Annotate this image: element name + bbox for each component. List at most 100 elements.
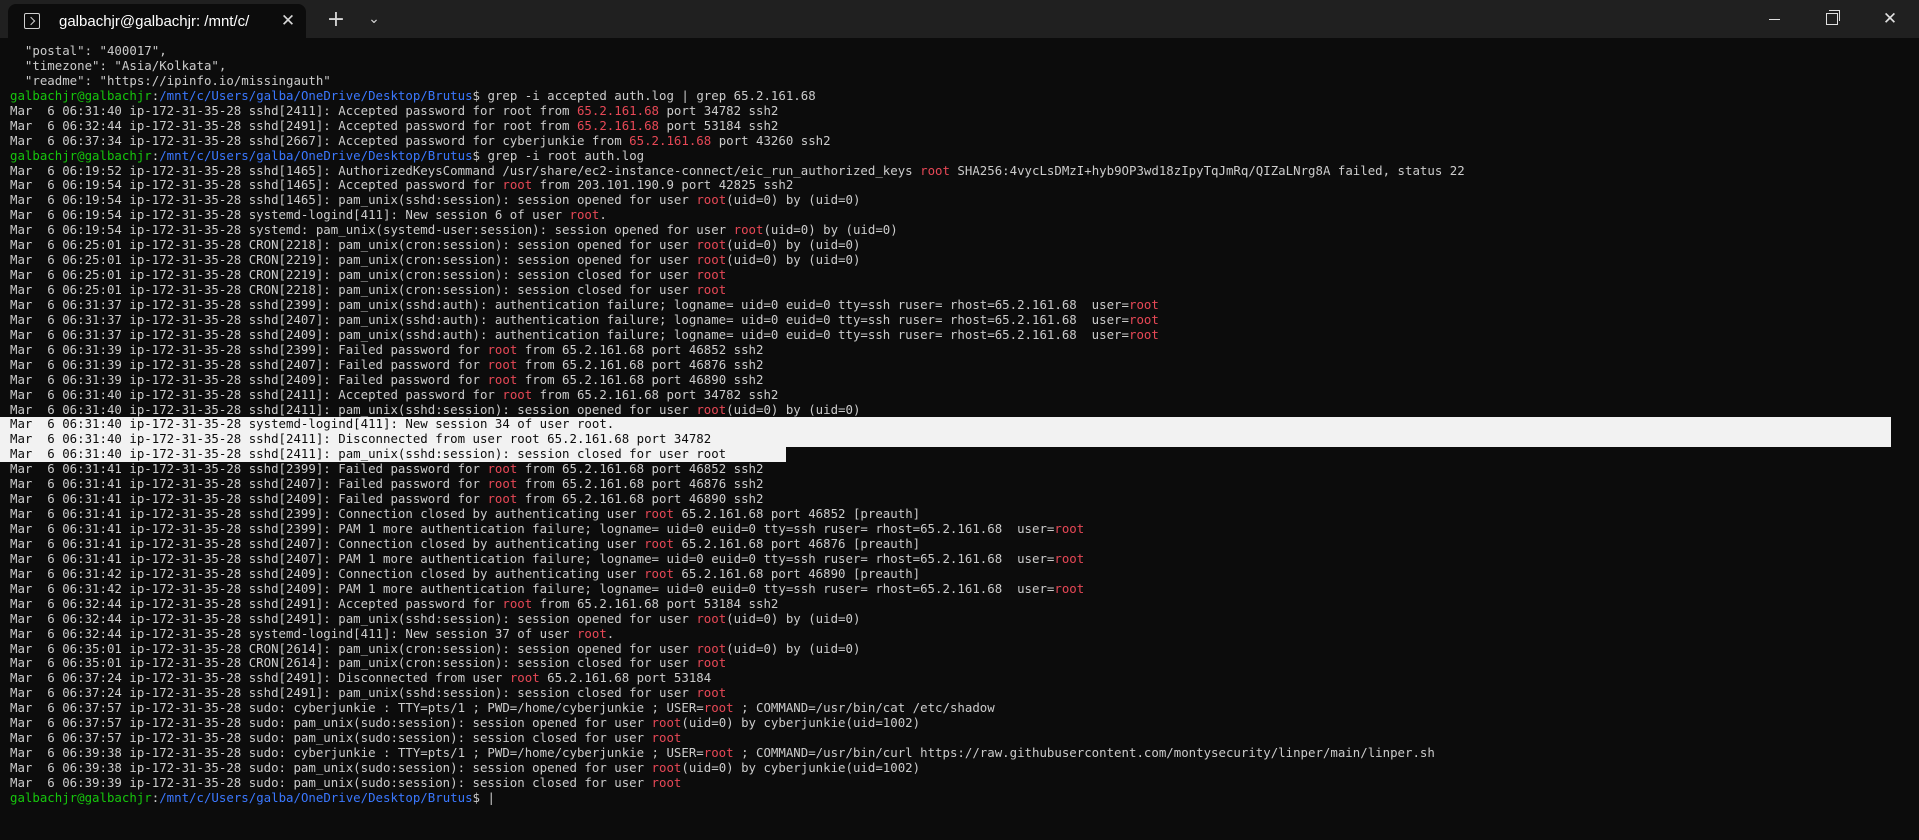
- line-text: Mar 6 06:19:54 ip-172-31-35-28 sshd[1465…: [10, 177, 503, 193]
- highlighted-match: root: [1054, 521, 1085, 536]
- line-text: Mar 6 06:35:01 ip-172-31-35-28 CRON[2614…: [10, 640, 697, 656]
- line-text: port 34782 ssh2: [659, 102, 779, 118]
- close-window-button[interactable]: ✕: [1861, 0, 1919, 38]
- terminal-tab[interactable]: galbachjr@galbachjr: /mnt/c/ ✕: [8, 4, 306, 38]
- output-line: Mar 6 06:31:37 ip-172-31-35-28 sshd[2399…: [0, 296, 1919, 313]
- line-text: from 65.2.161.68 port 46890 ssh2: [517, 491, 764, 507]
- line-text: Mar 6 06:31:40 ip-172-31-35-28 sshd[2411…: [10, 431, 712, 447]
- prompt-symbol: $: [472, 789, 480, 805]
- line-text: from 65.2.161.68 port 46876 ssh2: [517, 476, 764, 492]
- line-text: Mar 6 06:37:24 ip-172-31-35-28 sshd[2491…: [10, 670, 510, 686]
- output-line: Mar 6 06:31:41 ip-172-31-35-28 sshd[2399…: [0, 521, 1919, 537]
- new-tab-button[interactable]: +: [322, 6, 350, 32]
- line-text: (uid=0) by (uid=0): [726, 401, 861, 417]
- line-text: .: [599, 207, 607, 223]
- line-text: 65.2.161.68 port 46890 [preauth]: [673, 565, 921, 581]
- output-line: Mar 6 06:32:44 ip-172-31-35-28 sshd[2491…: [0, 595, 1919, 612]
- line-text: .: [606, 625, 615, 641]
- output-line: "readme": "https://ipinfo.io/missingauth…: [0, 73, 1919, 89]
- line-text: Mar 6 06:39:39 ip-172-31-35-28 sudo: pam…: [10, 774, 652, 790]
- line-text: Mar 6 06:31:40 ip-172-31-35-28 systemd-l…: [10, 416, 615, 432]
- line-text: Mar 6 06:31:41 ip-172-31-35-28 sshd[2399…: [10, 506, 645, 522]
- prompt-path: /mnt/c/Users/galba/OneDrive/Desktop/Brut…: [159, 147, 473, 163]
- line-text: SHA256:4vycLsDMzI+hyb9OP3wd18zIpyTqJmRq/…: [949, 162, 1465, 178]
- highlighted-match: root: [487, 371, 518, 387]
- line-text: Mar 6 06:31:41 ip-172-31-35-28 sshd[2399…: [10, 461, 488, 477]
- prompt-path: /mnt/c/Users/galba/OneDrive/Desktop/Brut…: [159, 789, 473, 805]
- highlighted-match: root: [696, 655, 727, 671]
- output-line: Mar 6 06:25:01 ip-172-31-35-28 CRON[2219…: [0, 252, 1919, 268]
- line-text: from 65.2.161.68 port 46890 ssh2: [517, 371, 764, 387]
- highlighted-match: root: [1128, 296, 1159, 312]
- prompt-user: galbachjr@galbachjr: [10, 87, 152, 103]
- prompt-line: galbachjr@galbachjr:/mnt/c/Users/galba/O…: [0, 87, 1919, 104]
- line-text: Mar 6 06:31:41 ip-172-31-35-28 sshd[2407…: [10, 550, 1055, 566]
- minimize-button[interactable]: [1745, 0, 1803, 38]
- tab-dropdown-icon[interactable]: ⌄: [360, 6, 388, 32]
- line-text: Mar 6 06:25:01 ip-172-31-35-28 CRON[2218…: [10, 237, 697, 253]
- line-text: Mar 6 06:35:01 ip-172-31-35-28 CRON[2614…: [10, 655, 697, 671]
- output-line: Mar 6 06:37:57 ip-172-31-35-28 sudo: cyb…: [0, 700, 1919, 716]
- prompt-line: galbachjr@galbachjr:/mnt/c/Users/galba/O…: [0, 789, 1919, 806]
- line-text: Mar 6 06:31:41 ip-172-31-35-28 sshd[2407…: [10, 476, 488, 492]
- output-line: Mar 6 06:31:42 ip-172-31-35-28 sshd[2409…: [0, 565, 1919, 582]
- highlighted-match: root: [696, 282, 727, 297]
- line-text: Mar 6 06:31:41 ip-172-31-35-28 sshd[2407…: [10, 535, 645, 551]
- output-line: Mar 6 06:37:57 ip-172-31-35-28 sudo: pam…: [0, 730, 1919, 746]
- selected-output-line: Mar 6 06:31:40 ip-172-31-35-28 sshd[2411…: [0, 431, 1891, 448]
- output-line: Mar 6 06:31:37 ip-172-31-35-28 sshd[2409…: [0, 326, 1919, 343]
- line-text: (uid=0) by cyberjunkie(uid=1002): [681, 760, 921, 775]
- highlighted-match: root: [487, 356, 518, 372]
- line-text: Mar 6 06:32:44 ip-172-31-35-28 sshd[2491…: [10, 610, 697, 626]
- line-text: Mar 6 06:37:57 ip-172-31-35-28 sudo: pam…: [10, 730, 652, 746]
- highlighted-match: root: [644, 535, 674, 551]
- output-line: Mar 6 06:32:44 ip-172-31-35-28 sshd[2491…: [0, 610, 1919, 627]
- highlighted-match: root: [651, 774, 682, 790]
- restore-button[interactable]: [1803, 0, 1861, 38]
- line-text: ; COMMAND=/usr/bin/cat /etc/shadow: [733, 700, 995, 716]
- terminal-output[interactable]: "postal": "400017", "timezone": "Asia/Ko…: [0, 43, 1919, 806]
- highlighted-match: root: [487, 461, 518, 477]
- tab-close-icon[interactable]: ✕: [276, 9, 300, 33]
- highlighted-match: root: [1128, 311, 1159, 327]
- highlighted-match: root: [487, 341, 518, 357]
- title-bar: galbachjr@galbachjr: /mnt/c/ ✕ + ⌄ ✕: [0, 0, 1919, 38]
- output-line: Mar 6 06:37:34 ip-172-31-35-28 sshd[2667…: [0, 132, 1919, 149]
- line-text: from 203.101.190.9 port 42825 ssh2: [532, 177, 794, 193]
- terminal-app-icon: [24, 13, 40, 29]
- line-text: (uid=0) by cyberjunkie(uid=1002): [681, 715, 921, 731]
- output-line: "timezone": "Asia/Kolkata",: [0, 58, 1919, 74]
- line-text: Mar 6 06:19:54 ip-172-31-35-28 systemd-l…: [10, 207, 570, 223]
- close-icon: ✕: [1882, 9, 1898, 29]
- highlighted-match: root: [651, 760, 682, 775]
- output-line: Mar 6 06:31:41 ip-172-31-35-28 sshd[2409…: [0, 491, 1919, 507]
- highlighted-match: root: [703, 745, 734, 761]
- highlighted-match: root: [1054, 550, 1085, 566]
- highlighted-match: root: [733, 222, 764, 238]
- output-line: Mar 6 06:31:37 ip-172-31-35-28 sshd[2407…: [0, 311, 1919, 328]
- line-text: (uid=0) by (uid=0): [726, 610, 861, 626]
- output-line: Mar 6 06:31:39 ip-172-31-35-28 sshd[2409…: [0, 371, 1919, 388]
- line-text: (uid=0) by (uid=0): [726, 237, 861, 253]
- output-line: Mar 6 06:19:54 ip-172-31-35-28 systemd-l…: [0, 207, 1919, 223]
- line-text: Mar 6 06:37:34 ip-172-31-35-28 sshd[2667…: [10, 132, 630, 148]
- highlighted-match: root: [1128, 326, 1159, 342]
- highlighted-match: 65.2.161.68: [629, 132, 712, 148]
- prompt-path: /mnt/c/Users/galba/OneDrive/Desktop/Brut…: [159, 87, 473, 103]
- highlighted-match: root: [651, 715, 682, 731]
- highlighted-match: root: [509, 670, 540, 686]
- prompt-user: galbachjr@galbachjr: [10, 789, 152, 805]
- output-line: Mar 6 06:31:39 ip-172-31-35-28 sshd[2407…: [0, 356, 1919, 373]
- line-text: Mar 6 06:31:39 ip-172-31-35-28 sshd[2407…: [10, 356, 488, 372]
- highlighted-match: root: [703, 700, 734, 716]
- highlighted-match: root: [696, 267, 727, 283]
- highlighted-match: root: [696, 237, 727, 253]
- output-line: Mar 6 06:39:38 ip-172-31-35-28 sudo: cyb…: [0, 745, 1919, 761]
- prompt-symbol: $: [472, 87, 480, 103]
- output-line: Mar 6 06:32:44 ip-172-31-35-28 sshd[2491…: [0, 118, 1919, 134]
- line-text: from 65.2.161.68 port 46876 ssh2: [517, 356, 764, 372]
- output-line: Mar 6 06:31:41 ip-172-31-35-28 sshd[2407…: [0, 550, 1919, 567]
- highlighted-match: root: [502, 595, 533, 611]
- highlighted-match: root: [696, 685, 727, 701]
- output-line: Mar 6 06:31:41 ip-172-31-35-28 sshd[2407…: [0, 535, 1919, 552]
